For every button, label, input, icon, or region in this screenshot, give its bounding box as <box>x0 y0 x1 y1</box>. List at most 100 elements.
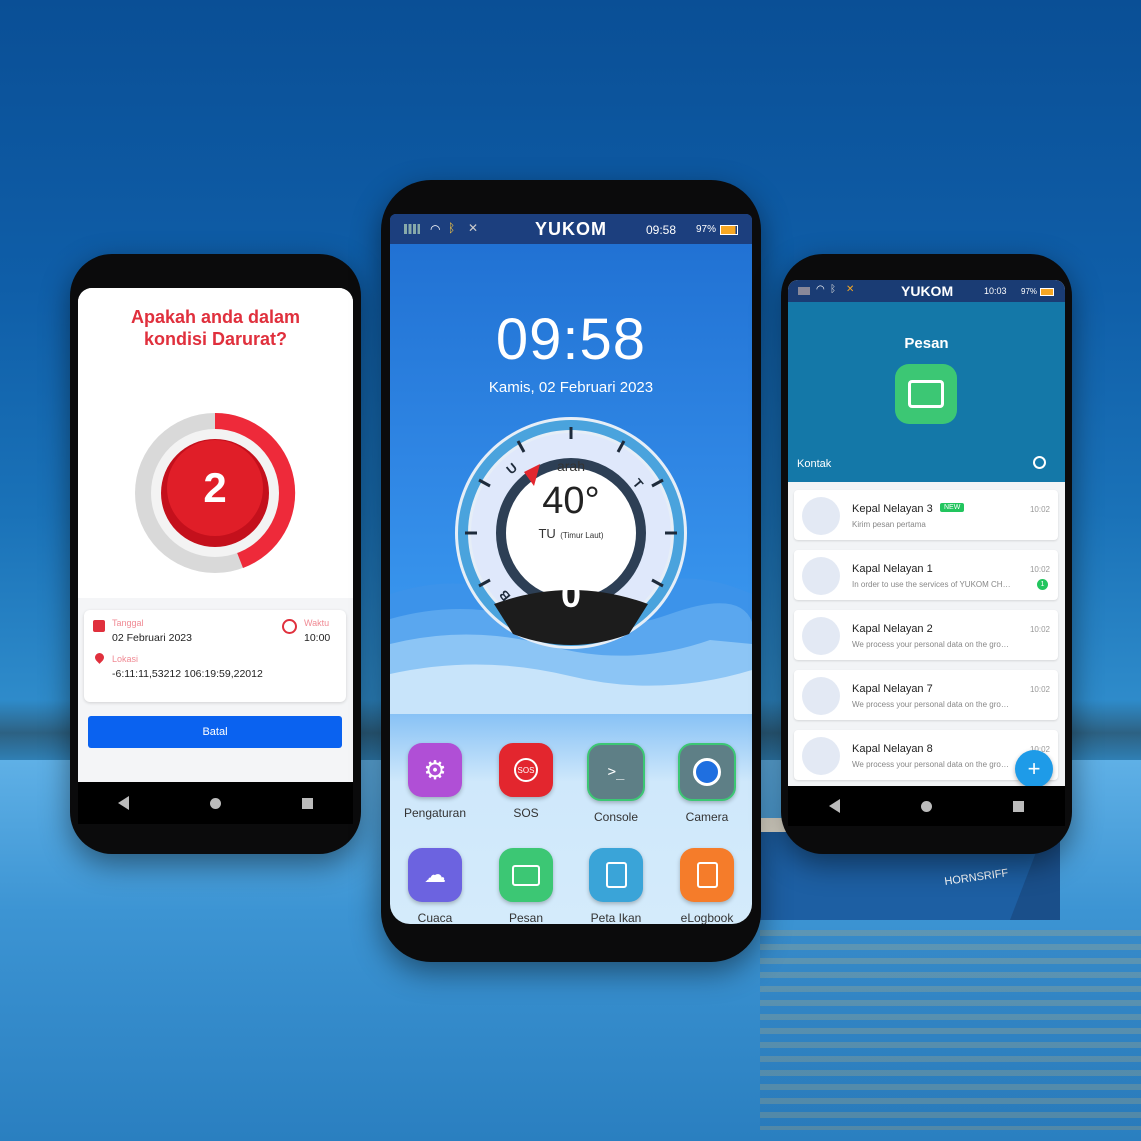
compass-label: arah <box>556 458 586 474</box>
message-time: 10:02 <box>1029 565 1050 574</box>
app-camera[interactable]: Camera <box>662 743 752 824</box>
direction-code: TU <box>538 526 556 541</box>
home-icon[interactable] <box>209 797 221 809</box>
background-reflection <box>760 930 1141 1130</box>
app-console[interactable]: >_ Console <box>571 743 661 824</box>
location-label: Lokasi <box>112 654 139 664</box>
battery-percent: 97% <box>1021 287 1038 296</box>
new-badge: NEW <box>940 503 965 512</box>
bluetooth-icon: ᛒ <box>448 221 456 235</box>
calendar-icon <box>93 620 105 632</box>
date-label: Tanggal <box>112 618 144 628</box>
phone-sos-confirm: Apakah anda dalam kondisi Darurat? 2 Tan… <box>70 254 361 854</box>
message-time: 10:02 <box>1029 505 1050 514</box>
app-label: Console <box>593 810 639 824</box>
app-label: eLogbook <box>680 911 734 924</box>
message-time: 10:02 <box>1029 685 1050 694</box>
app-label: Pesan <box>508 911 544 924</box>
home-icon[interactable] <box>920 800 932 812</box>
back-icon[interactable] <box>118 796 130 810</box>
sos-confirm-screen: Apakah anda dalam kondisi Darurat? 2 Tan… <box>78 288 353 804</box>
app-label: Cuaca <box>417 911 453 924</box>
time-label: Waktu <box>304 618 330 628</box>
app-label: Camera <box>685 810 729 824</box>
messages-screen: ◠ ᛒ ✕ YUKOM 10:03 97% Pesan Kontak Kepal… <box>788 280 1065 802</box>
app-elogbook[interactable]: eLogbook <box>662 848 752 924</box>
contact-name: Kapal Nelayan 1 <box>852 563 933 575</box>
messages-title: Pesan <box>904 335 949 352</box>
message-preview: We process your personal data on the gro… <box>852 700 1009 709</box>
app-cuaca[interactable]: ☁ Cuaca <box>390 848 480 924</box>
back-icon[interactable] <box>828 799 840 813</box>
chat-row[interactable]: Kapal Nelayan 7 We process your personal… <box>794 670 1058 720</box>
contact-avatar <box>802 677 840 715</box>
status-bar: ◠ ᛒ ✕ YUKOM 09:58 97% <box>390 214 752 244</box>
signal-icon <box>798 287 810 295</box>
recents-icon[interactable] <box>1013 800 1025 812</box>
bluetooth-icon: ᛒ <box>830 284 836 295</box>
message-preview: We process your personal data on the gro… <box>852 640 1009 649</box>
compass-degrees: 40° <box>542 480 600 522</box>
messages-header: Pesan Kontak <box>788 302 1065 482</box>
speed-value: 0 <box>560 574 582 615</box>
compass-direction: TU (Timur Laut) <box>390 525 752 543</box>
search-icon[interactable] <box>1033 456 1046 469</box>
clock-icon <box>282 619 297 634</box>
cancel-button[interactable]: Batal <box>88 716 342 748</box>
brand-title: YUKOM <box>901 283 954 299</box>
app-pesan[interactable]: Pesan <box>481 848 571 924</box>
app-pengaturan[interactable]: ⚙ Pengaturan <box>390 743 480 820</box>
message-preview: In order to use the services of YUKOM CH… <box>852 580 1011 589</box>
fishmap-icon <box>589 848 643 902</box>
sos-question-title: Apakah anda dalam kondisi Darurat? <box>130 307 301 349</box>
message-time: 10:02 <box>1029 625 1050 634</box>
status-bar: ◠ ᛒ ✕ YUKOM 10:03 97% <box>788 280 1065 302</box>
home-screen: ◠ ᛒ ✕ YUKOM 09:58 97% 09:58 Kamis, 02 Fe… <box>390 214 752 924</box>
app-label: SOS <box>513 806 539 820</box>
chat-bubble-icon <box>895 364 957 424</box>
app-peta-ikan[interactable]: Peta Ikan <box>571 848 661 924</box>
phone-home: ◠ ᛒ ✕ YUKOM 09:58 97% 09:58 Kamis, 02 Fe… <box>381 180 761 962</box>
android-nav-bar <box>788 786 1065 826</box>
contacts-label: Kontak <box>797 458 832 470</box>
sos-info-card: Tanggal 02 Februari 2023 Waktu 10:00 Lok… <box>84 610 346 702</box>
recents-icon[interactable] <box>301 797 313 809</box>
wifi-icon: ◠ <box>430 222 441 236</box>
contact-name: Kapal Nelayan 2 <box>852 623 933 635</box>
chat-row[interactable]: Kepal Nelayan 3 NEW Kirim pesan pertama … <box>794 490 1058 540</box>
app-label: Pengaturan <box>403 806 467 820</box>
weather-icon: ☁ <box>408 848 462 902</box>
message-preview: We process your personal data on the gro… <box>852 760 1009 769</box>
battery-icon <box>720 225 738 235</box>
app-sos[interactable]: SOS SOS <box>481 743 571 820</box>
chat-row[interactable]: Kapal Nelayan 2 We process your personal… <box>794 610 1058 660</box>
chat-row[interactable]: Kapal Nelayan 1 In order to use the serv… <box>794 550 1058 600</box>
direction-name: (Timur Laut) <box>560 531 604 540</box>
unread-count-badge: 1 <box>1037 579 1048 590</box>
date-value: 02 Februari 2023 <box>112 632 192 644</box>
signal-icon <box>404 224 420 234</box>
contact-avatar <box>802 737 840 775</box>
brand-title: YUKOM <box>535 218 607 239</box>
sos-icon: SOS <box>499 743 553 797</box>
speed-label: Knot <box>556 557 586 573</box>
status-time: 10:03 <box>984 286 1007 296</box>
contact-name: Kapal Nelayan 8 <box>852 743 933 755</box>
location-pin-icon <box>93 651 106 664</box>
contact-avatar <box>802 497 840 535</box>
android-nav-bar <box>78 782 353 824</box>
message-icon <box>499 848 553 902</box>
contact-avatar <box>802 557 840 595</box>
app-label: Peta Ikan <box>590 911 642 924</box>
message-preview: Kirim pesan pertama <box>852 520 926 529</box>
contact-name: Kapal Nelayan 7 <box>852 683 933 695</box>
mute-icon: ✕ <box>846 284 855 295</box>
new-chat-button[interactable]: + <box>1015 750 1053 788</box>
home-clock: 09:58 <box>495 307 647 372</box>
location-value: -6:11:11,53212 106:19:59,22012 <box>112 668 263 680</box>
status-time: 09:58 <box>646 223 677 237</box>
camera-icon <box>678 743 736 801</box>
wifi-icon: ◠ <box>816 284 825 295</box>
mute-icon: ✕ <box>468 221 479 235</box>
countdown-number: 2 <box>203 464 227 511</box>
